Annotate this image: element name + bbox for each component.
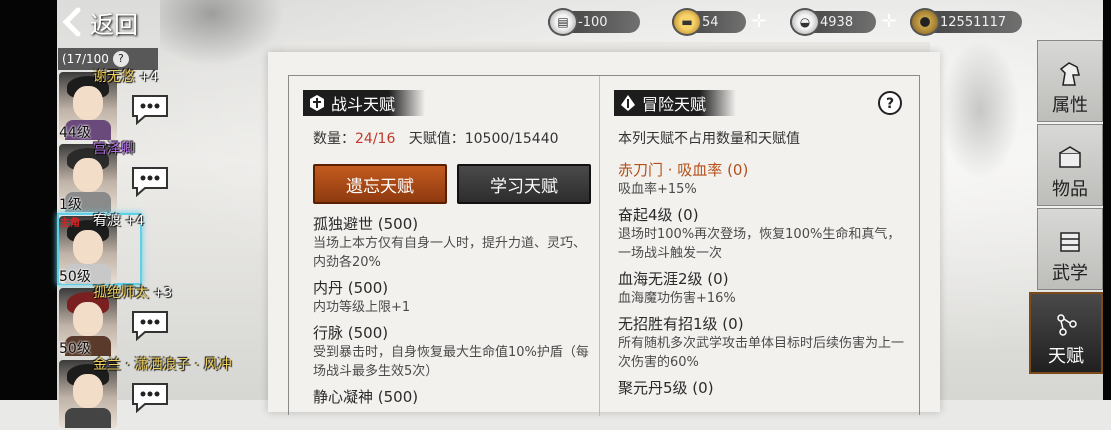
battle-emblem-icon: [310, 95, 324, 111]
chat-bubble-icon[interactable]: [129, 164, 171, 198]
talent-desc: 当场上本方仅有自身一人时，提升力道、灵巧、内劲各20%: [313, 236, 587, 270]
talent-name[interactable]: 行脉 (500): [313, 323, 595, 343]
talent-desc: 血海魔功伤害+16%: [618, 291, 736, 306]
talent-name[interactable]: 奋起4级 (0): [618, 205, 908, 225]
count-label: 数量：: [313, 131, 355, 147]
tab-talents[interactable]: 天赋: [1029, 292, 1103, 374]
character-level: 44级: [59, 125, 91, 141]
right-letterbox: [1103, 0, 1111, 400]
talent-name[interactable]: 内丹 (500): [313, 278, 595, 298]
back-arrow-icon: [62, 7, 81, 37]
character-name: 孤绝师太: [93, 285, 149, 301]
tab-label: 天赋: [1048, 346, 1084, 367]
resource-coin: 12551117: [910, 8, 1022, 36]
roster-character[interactable]: 宫泽卿 1级: [57, 141, 168, 214]
talent-desc: 受到暴击时，自身恢复最大生命值10%护盾（每场战斗最多生效5次）: [313, 345, 589, 379]
tab-attributes[interactable]: 属性: [1037, 40, 1103, 122]
copper-coin-icon: [910, 8, 940, 36]
tab-martial-arts[interactable]: 武学: [1037, 208, 1103, 290]
battle-talent-stats: 数量：24/16 天赋值：10500/15440: [313, 128, 559, 148]
character-plus: +4: [139, 70, 159, 85]
talent-tree-icon: [1057, 314, 1077, 336]
tab-label: 武学: [1052, 263, 1088, 284]
tab-label: 属性: [1052, 95, 1088, 116]
character-plus: +3: [153, 286, 173, 301]
character-level: 1级: [59, 197, 82, 213]
learn-talent-button[interactable]: 学习天赋: [457, 164, 591, 204]
character-name: 宥渡: [93, 213, 121, 229]
talent-desc: 内功等级上限+1: [313, 300, 411, 315]
roster-help-icon[interactable]: ?: [112, 51, 129, 67]
count-value: 24/16: [355, 131, 396, 147]
talent-value: 天赋值：10500/15440: [408, 131, 559, 147]
gold-bar-icon: ▬: [672, 8, 702, 36]
resource-supply-value: -100: [578, 14, 608, 30]
talent-name[interactable]: 孤独避世 (500): [313, 214, 595, 234]
roster-character[interactable]: 金兰 · 潇洒浪子 · 风冲: [57, 357, 232, 430]
chat-bubble-icon[interactable]: [129, 380, 171, 414]
back-button[interactable]: 返回: [60, 4, 138, 40]
tab-items[interactable]: 物品: [1037, 124, 1103, 206]
forget-talent-button[interactable]: 遗忘天赋: [313, 164, 447, 204]
character-name: 谢无悠: [93, 69, 135, 85]
back-label: 返回: [90, 10, 138, 39]
tab-label: 物品: [1052, 179, 1088, 200]
resource-silver: 4938 ◒ ✛: [790, 8, 898, 36]
roster-character[interactable]: 孤绝师太 +3 50级: [57, 285, 172, 358]
scroll-book-icon: [1060, 232, 1080, 252]
chat-bubble-icon[interactable]: [129, 92, 171, 126]
help-icon[interactable]: ?: [875, 90, 905, 116]
add-gold-button[interactable]: ✛: [750, 13, 768, 31]
protagonist-tag: 主角: [60, 218, 80, 229]
adventure-talent-header: 冒险天赋: [614, 90, 737, 116]
resource-silver-value: 4938: [820, 14, 854, 30]
treasure-box-icon: [1059, 146, 1081, 168]
talent-name[interactable]: 无招胜有招1级 (0): [618, 314, 908, 334]
chat-bubble-icon[interactable]: [129, 308, 171, 342]
adventure-intro: 本列天赋不占用数量和天赋值: [618, 131, 800, 147]
roster-character[interactable]: 谢无悠 +4 44级: [57, 69, 168, 142]
character-level: 50级: [59, 269, 91, 285]
adventure-talent-column: 冒险天赋 ? 本列天赋不占用数量和天赋值 赤刀门 · 吸血率 (0) 吸血率+1…: [599, 76, 919, 416]
silver-ingot-icon: ◒: [790, 8, 820, 36]
talent-name[interactable]: 聚元丹5级 (0): [618, 378, 908, 398]
character-name: 金兰 · 潇洒浪子 · 风冲: [93, 357, 232, 373]
adventure-talent-list: 本列天赋不占用数量和天赋值 赤刀门 · 吸血率 (0) 吸血率+15% 奋起4级…: [618, 128, 908, 398]
character-plus: +4: [125, 214, 145, 229]
roster-character-selected[interactable]: 主角 宥渡 +4 50级: [57, 213, 167, 286]
talent-name[interactable]: 静心凝神 (500): [313, 387, 595, 407]
talent-panel: 战斗天赋 数量：24/16 天赋值：10500/15440 遗忘天赋 学习天赋 …: [288, 75, 920, 416]
add-silver-button[interactable]: ✛: [880, 13, 898, 31]
resource-supply: -100 ▤: [548, 8, 640, 36]
talent-desc: 退场时100%再次登场，恢复100%生命和真气，一场战斗触发一次: [618, 227, 901, 261]
talent-name[interactable]: 赤刀门 · 吸血率 (0): [618, 160, 908, 180]
cart-icon: ▤: [548, 8, 578, 36]
resource-gold-value: 54: [702, 14, 719, 30]
left-letterbox: [0, 0, 57, 400]
resource-coin-value: 12551117: [940, 14, 1007, 30]
horse-head-icon: [1059, 62, 1080, 86]
talent-desc: 吸血率+15%: [618, 182, 697, 197]
character-name: 宫泽卿: [93, 141, 135, 157]
battle-talent-title: 战斗天赋: [331, 95, 396, 114]
battle-talent-column: 战斗天赋 数量：24/16 天赋值：10500/15440 遗忘天赋 学习天赋 …: [289, 76, 599, 416]
roster-count: (17/100: [62, 52, 109, 66]
talent-desc: 所有随机多次武学攻击单体目标时后续伤害为上一次伤害的60%: [618, 336, 905, 370]
battle-talent-header: 战斗天赋: [303, 90, 426, 116]
resource-gold: 54 ▬ ✛: [672, 8, 768, 36]
adventure-talent-title: 冒险天赋: [642, 95, 707, 114]
adventure-emblem-icon: [621, 95, 635, 111]
battle-talent-list: 孤独避世 (500) 当场上本方仅有自身一人时，提升力道、灵巧、内劲各20% 内…: [313, 214, 595, 407]
svg-text:?: ?: [886, 96, 894, 112]
bamboo-ink-decoration-right: [940, 40, 1020, 180]
character-level: 50级: [59, 341, 91, 357]
talent-name[interactable]: 血海无涯2级 (0): [618, 269, 908, 289]
